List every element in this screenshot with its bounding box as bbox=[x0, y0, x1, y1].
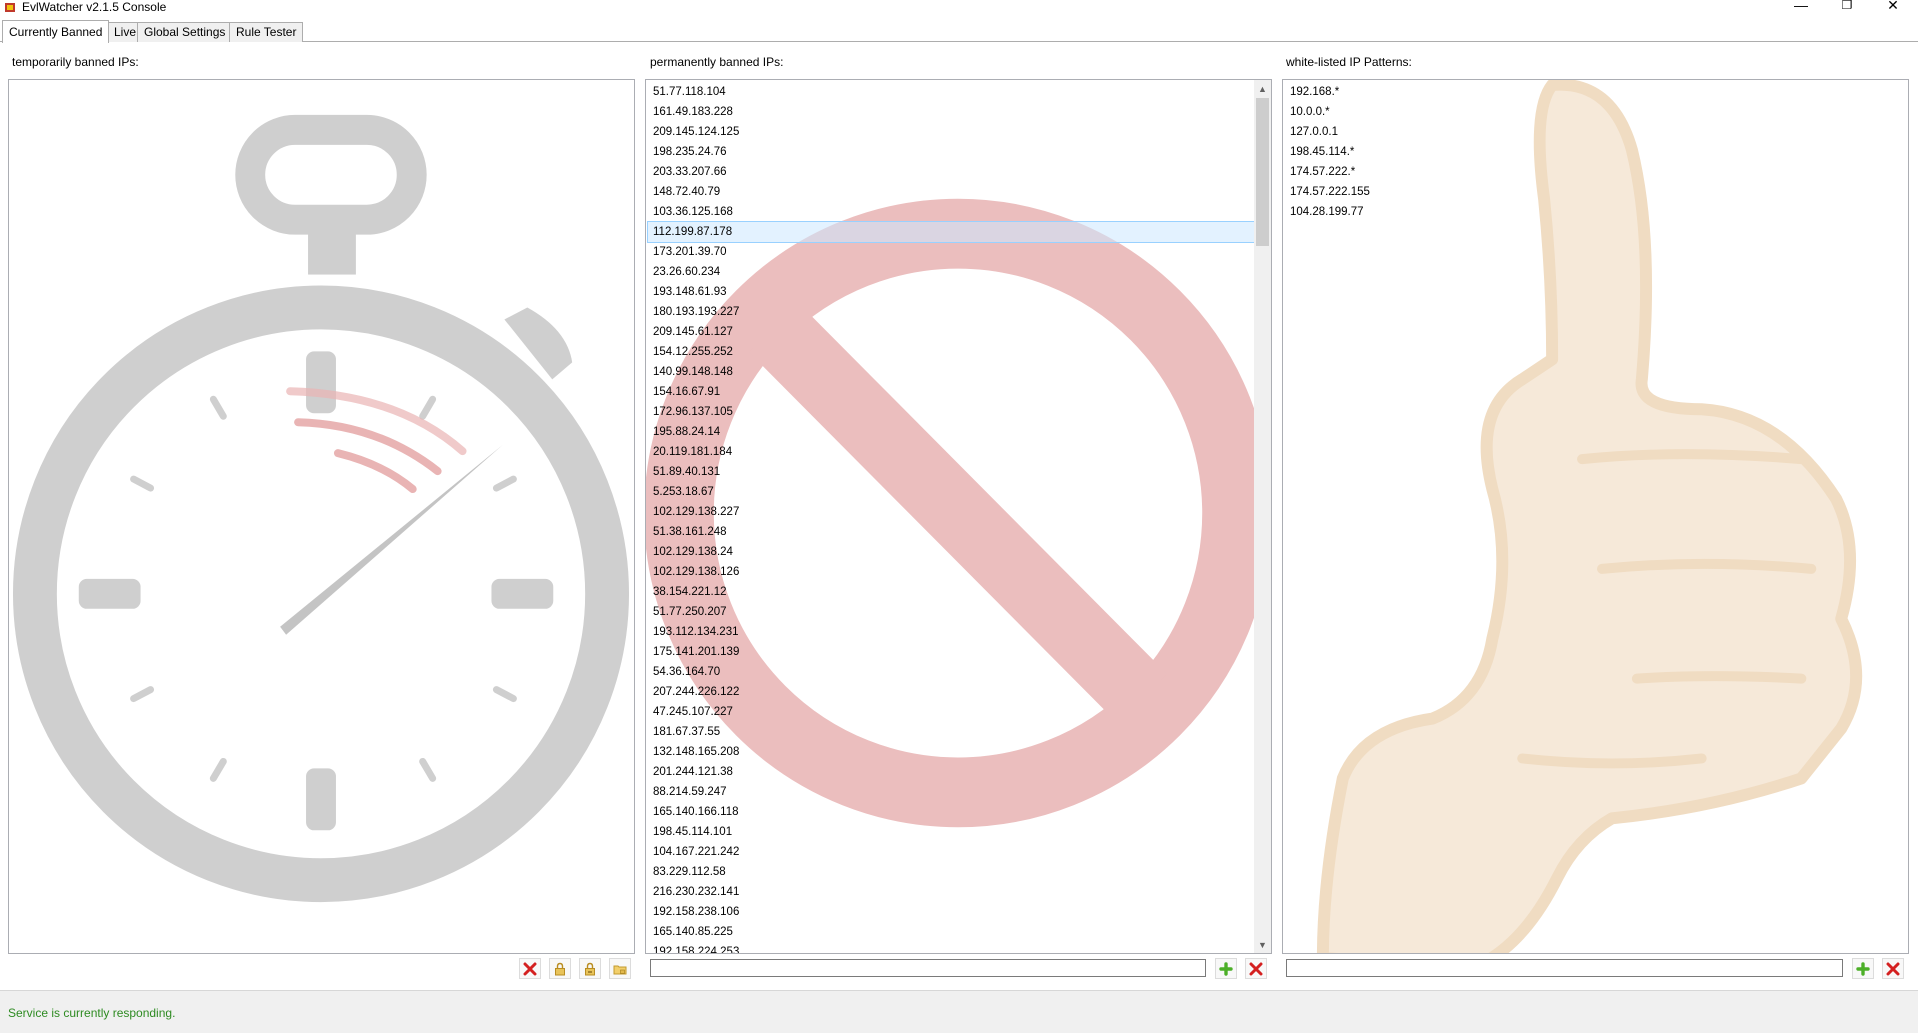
scroll-thumb[interactable] bbox=[1256, 98, 1269, 246]
whitelist-input[interactable] bbox=[1286, 959, 1843, 977]
perm-banned-items: 51.77.118.104 161.49.183.228 209.145.124.1… bbox=[647, 82, 1270, 953]
window-title: EvlWatcher v2.1.5 Console bbox=[22, 0, 167, 14]
list-item[interactable]: 180.193.193.227 bbox=[648, 302, 1269, 322]
list-item[interactable]: 38.154.221.12 bbox=[648, 582, 1269, 602]
list-item[interactable]: 192.158.238.106 bbox=[648, 902, 1269, 922]
scroll-up-icon[interactable]: ▲ bbox=[1254, 80, 1271, 97]
list-item[interactable]: 173.201.39.70 bbox=[648, 242, 1269, 262]
green-plus-icon bbox=[1856, 961, 1870, 976]
list-item[interactable]: 51.77.250.207 bbox=[648, 602, 1269, 622]
status-bar: Service is currently responding. bbox=[0, 990, 1918, 1033]
perm-list-scrollbar[interactable]: ▲ ▼ bbox=[1254, 80, 1271, 953]
list-item[interactable]: 172.96.137.105 bbox=[648, 402, 1269, 422]
list-item[interactable]: 132.148.165.208 bbox=[648, 742, 1269, 762]
list-item[interactable]: 47.245.107.227 bbox=[648, 702, 1269, 722]
status-text: Service is currently responding. bbox=[8, 1006, 176, 1020]
list-item[interactable]: 193.148.61.93 bbox=[648, 282, 1269, 302]
list-item[interactable]: 51.89.40.131 bbox=[648, 462, 1269, 482]
list-item[interactable]: 198.235.24.76 bbox=[648, 142, 1269, 162]
list-item[interactable]: 203.33.207.66 bbox=[648, 162, 1269, 182]
list-item[interactable]: 161.49.183.228 bbox=[648, 102, 1269, 122]
list-item[interactable]: 207.244.226.122 bbox=[648, 682, 1269, 702]
list-item[interactable]: 198.45.114.101 bbox=[648, 822, 1269, 842]
list-item[interactable]: 201.244.121.38 bbox=[648, 762, 1269, 782]
list-item[interactable]: 154.16.67.91 bbox=[648, 382, 1269, 402]
close-button[interactable]: ✕ bbox=[1870, 0, 1916, 14]
list-item[interactable]: 5.253.18.67 bbox=[648, 482, 1269, 502]
perm-banned-label: permanently banned IPs: bbox=[650, 55, 784, 69]
list-item[interactable]: 51.77.118.104 bbox=[648, 82, 1269, 102]
minimize-button[interactable]: — bbox=[1778, 0, 1824, 14]
list-item[interactable]: 165.140.166.118 bbox=[648, 802, 1269, 822]
list-item[interactable]: 102.129.138.227 bbox=[648, 502, 1269, 522]
add-perm-button[interactable] bbox=[1215, 958, 1237, 979]
list-item[interactable]: 216.230.232.141 bbox=[648, 882, 1269, 902]
perm-banned-list[interactable]: 51.77.118.104 161.49.183.228 209.145.124.1… bbox=[645, 79, 1272, 954]
whitelist-label: white-listed IP Patterns: bbox=[1286, 55, 1412, 69]
list-item[interactable]: 181.67.37.55 bbox=[648, 722, 1269, 742]
open-folder-button[interactable] bbox=[609, 958, 631, 979]
red-x-icon bbox=[1886, 962, 1900, 975]
red-x-icon bbox=[1249, 962, 1263, 975]
whitelist-list[interactable]: 192.168.* 10.0.0.* 127.0.0.1 198.45.114.* 1… bbox=[1282, 79, 1909, 954]
list-item[interactable]: 192.158.224.253 bbox=[648, 942, 1269, 953]
list-item[interactable]: 174.57.222.155 bbox=[1285, 182, 1906, 202]
lock-icon bbox=[555, 962, 565, 975]
red-x-icon bbox=[523, 962, 537, 975]
green-plus-icon bbox=[1219, 961, 1233, 976]
perm-ip-input[interactable] bbox=[650, 959, 1206, 977]
list-item[interactable]: 54.36.164.70 bbox=[648, 662, 1269, 682]
tab-strip: Currently Banned Live Global Settings Ru… bbox=[0, 20, 1918, 43]
list-item[interactable]: 102.129.138.24 bbox=[648, 542, 1269, 562]
list-item[interactable]: 103.36.125.168 bbox=[648, 202, 1269, 222]
temp-banned-label: temporarily banned IPs: bbox=[12, 55, 139, 69]
list-item[interactable]: 112.199.87.178 bbox=[647, 221, 1270, 243]
add-whitelist-button[interactable] bbox=[1852, 958, 1874, 979]
whitelist-items: 192.168.* 10.0.0.* 127.0.0.1 198.45.114.* 1… bbox=[1285, 82, 1906, 222]
scroll-down-icon[interactable]: ▼ bbox=[1254, 936, 1271, 953]
title-bar: EvlWatcher v2.1.5 Console — ❐ ✕ bbox=[0, 0, 1918, 14]
list-item[interactable]: 51.38.161.248 bbox=[648, 522, 1269, 542]
delete-temp-button[interactable] bbox=[519, 958, 541, 979]
maximize-button[interactable]: ❐ bbox=[1824, 0, 1870, 14]
list-item[interactable]: 127.0.0.1 bbox=[1285, 122, 1906, 142]
list-item[interactable]: 174.57.222.* bbox=[1285, 162, 1906, 182]
temp-banned-list[interactable] bbox=[8, 79, 635, 954]
list-item[interactable]: 195.88.24.14 bbox=[648, 422, 1269, 442]
list-item[interactable]: 193.112.134.231 bbox=[648, 622, 1269, 642]
list-item[interactable]: 154.12.255.252 bbox=[648, 342, 1269, 362]
lock-arrow-icon bbox=[585, 962, 595, 975]
list-item[interactable]: 140.99.148.148 bbox=[648, 362, 1269, 382]
folder-lock-icon bbox=[613, 965, 627, 974]
stopwatch-icon bbox=[12, 114, 630, 903]
lock-button[interactable] bbox=[549, 958, 571, 979]
list-item[interactable]: 10.0.0.* bbox=[1285, 102, 1906, 122]
list-item[interactable]: 23.26.60.234 bbox=[648, 262, 1269, 282]
list-item[interactable]: 88.214.59.247 bbox=[648, 782, 1269, 802]
remove-perm-button[interactable] bbox=[1245, 958, 1267, 979]
list-item[interactable]: 209.145.61.127 bbox=[648, 322, 1269, 342]
list-item[interactable]: 209.145.124.125 bbox=[648, 122, 1269, 142]
remove-whitelist-button[interactable] bbox=[1882, 958, 1904, 979]
list-item[interactable]: 83.229.112.58 bbox=[648, 862, 1269, 882]
list-item[interactable]: 165.140.85.225 bbox=[648, 922, 1269, 942]
tab-rule-tester[interactable]: Rule Tester bbox=[229, 22, 304, 42]
list-item[interactable]: 192.168.* bbox=[1285, 82, 1906, 102]
list-item[interactable]: 104.167.221.242 bbox=[648, 842, 1269, 862]
list-item[interactable]: 104.28.199.77 bbox=[1285, 202, 1906, 222]
list-item[interactable]: 198.45.114.* bbox=[1285, 142, 1906, 162]
lock-perm-button[interactable] bbox=[579, 958, 601, 979]
list-item[interactable]: 175.141.201.139 bbox=[648, 642, 1269, 662]
list-item[interactable]: 20.119.181.184 bbox=[648, 442, 1269, 462]
list-item[interactable]: 148.72.40.79 bbox=[648, 182, 1269, 202]
list-item[interactable]: 102.129.138.126 bbox=[648, 562, 1269, 582]
tab-global-settings[interactable]: Global Settings bbox=[137, 22, 233, 42]
tab-currently-banned[interactable]: Currently Banned bbox=[2, 20, 110, 43]
app-icon bbox=[5, 3, 15, 12]
